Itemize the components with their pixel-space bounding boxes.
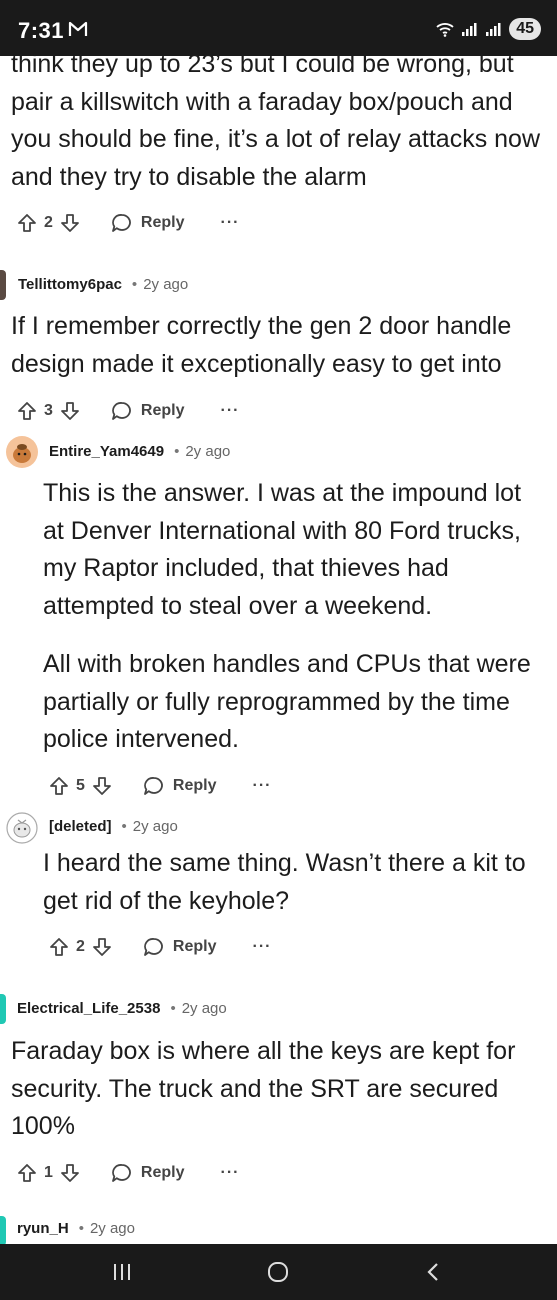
comment-age: 2y ago bbox=[185, 443, 231, 460]
reply-button[interactable]: Reply bbox=[111, 1163, 184, 1183]
comment-text: I heard the same thing. Wasn’t there a k… bbox=[43, 849, 526, 915]
avatar[interactable] bbox=[0, 270, 6, 300]
author-name[interactable]: Electrical_Life_2538 bbox=[17, 1000, 160, 1017]
more-options-button[interactable]: ··· bbox=[252, 938, 271, 956]
upvote-icon[interactable] bbox=[16, 212, 38, 234]
recent-apps-icon[interactable] bbox=[110, 1260, 134, 1284]
status-indicators: 45 bbox=[435, 18, 541, 40]
status-time: 7:31 bbox=[18, 18, 65, 43]
reply-button[interactable]: Reply bbox=[143, 937, 216, 957]
comment-actions: 5 Reply ··· bbox=[48, 771, 271, 801]
avatar[interactable] bbox=[6, 812, 38, 844]
comment-actions: 2 Reply ··· bbox=[48, 932, 271, 962]
battery-level: 45 bbox=[509, 18, 541, 40]
downvote-icon[interactable] bbox=[59, 1162, 81, 1184]
downvote-icon[interactable] bbox=[91, 936, 113, 958]
author-name[interactable]: [deleted] bbox=[49, 818, 112, 835]
navigation-bar bbox=[0, 1244, 557, 1300]
separator-dot: • bbox=[131, 276, 138, 293]
comment-header: Tellittomy6pac • 2y ago bbox=[18, 276, 188, 293]
separator-dot: • bbox=[121, 818, 127, 835]
more-options-button[interactable]: ··· bbox=[252, 777, 271, 795]
avatar[interactable] bbox=[6, 436, 38, 468]
downvote-icon[interactable] bbox=[91, 775, 113, 797]
reply-button[interactable]: Reply bbox=[111, 401, 184, 421]
author-name[interactable]: Tellittomy6pac bbox=[18, 276, 122, 293]
reply-button[interactable]: Reply bbox=[111, 213, 184, 233]
gmail-icon bbox=[68, 20, 88, 40]
more-options-button[interactable]: ··· bbox=[220, 214, 239, 232]
more-options-button[interactable]: ··· bbox=[220, 1164, 239, 1182]
comment-header: Electrical_Life_2538 • 2y ago bbox=[17, 1000, 227, 1017]
comment-actions: 2 Reply ··· bbox=[16, 208, 239, 238]
wifi-icon bbox=[435, 21, 455, 37]
upvote-icon[interactable] bbox=[48, 936, 70, 958]
home-icon[interactable] bbox=[266, 1260, 290, 1284]
comment-actions: 1 Reply ··· bbox=[16, 1158, 239, 1188]
comment-text: think they up to 23’s but I could be wro… bbox=[11, 50, 541, 191]
upvote-icon[interactable] bbox=[48, 775, 70, 797]
comment-header: Entire_Yam4649 • 2y ago bbox=[49, 443, 230, 460]
vote-count: 2 bbox=[76, 938, 85, 955]
signal-icon bbox=[485, 21, 503, 37]
back-icon[interactable] bbox=[422, 1260, 446, 1284]
comment-header: [deleted] • 2y ago bbox=[49, 818, 178, 835]
reply-button[interactable]: Reply bbox=[143, 776, 216, 796]
comment-age: 2y ago bbox=[143, 276, 189, 293]
comment-text: All with broken handles and CPUs that we… bbox=[43, 650, 531, 753]
signal-icon bbox=[461, 21, 479, 37]
downvote-icon[interactable] bbox=[59, 400, 81, 422]
author-name[interactable]: Entire_Yam4649 bbox=[49, 443, 164, 460]
comment-age: 2y ago bbox=[89, 1220, 135, 1237]
author-name[interactable]: ryun_H bbox=[17, 1220, 69, 1237]
vote-count: 3 bbox=[44, 402, 53, 419]
avatar[interactable] bbox=[0, 1216, 6, 1246]
comment-age: 2y ago bbox=[132, 818, 178, 835]
comment-text: If I remember correctly the gen 2 door h… bbox=[11, 312, 512, 378]
separator-dot: • bbox=[174, 443, 180, 460]
separator-dot: • bbox=[78, 1220, 84, 1237]
comment-actions: 3 Reply ··· bbox=[16, 396, 239, 426]
comment-age: 2y ago bbox=[181, 1000, 227, 1017]
vote-count: 1 bbox=[44, 1164, 53, 1181]
vote-count: 2 bbox=[44, 214, 53, 231]
avatar[interactable] bbox=[0, 994, 6, 1024]
upvote-icon[interactable] bbox=[16, 400, 38, 422]
comment-text: Faraday box is where all the keys are ke… bbox=[11, 1037, 516, 1140]
upvote-icon[interactable] bbox=[16, 1162, 38, 1184]
downvote-icon[interactable] bbox=[59, 212, 81, 234]
separator-dot: • bbox=[170, 1000, 176, 1017]
comment-text: This is the answer. I was at the impound… bbox=[43, 479, 522, 620]
vote-count: 5 bbox=[76, 777, 85, 794]
comment-header: ryun_H • 2y ago bbox=[17, 1220, 135, 1237]
more-options-button[interactable]: ··· bbox=[220, 402, 239, 420]
